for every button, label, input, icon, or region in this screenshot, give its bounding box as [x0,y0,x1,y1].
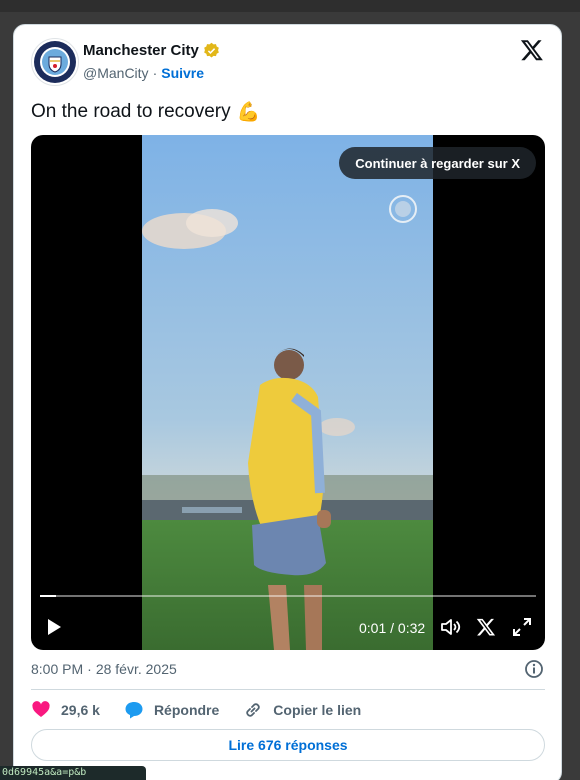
verified-badge-icon [204,42,219,58]
x-logo-icon[interactable] [520,38,544,62]
copy-link-button[interactable]: Copier le lien [243,700,361,720]
browser-status-url: 0d69945a&a=p&b [0,766,146,780]
handle-row: @ManCity · Suivre [83,65,204,81]
info-icon[interactable] [524,659,544,679]
video-progress-fill [40,595,56,597]
tweet-time: 8:00 PM [31,661,84,677]
heart-icon [32,701,50,717]
tweet-date: 28 févr. 2025 [95,661,177,677]
separator-dot: · [152,65,158,81]
account-handle[interactable]: @ManCity [83,65,149,81]
reply-bubble-icon [125,702,143,719]
avatar[interactable] [31,38,79,86]
follow-button[interactable]: Suivre [161,65,204,81]
volume-muted-icon[interactable] [439,616,461,638]
flexed-biceps-emoji: 💪 [236,102,261,123]
divider [31,689,545,690]
tweet-actions: 29,6 k Répondre Copier le lien [31,699,385,721]
timestamp-separator: · [87,661,92,677]
man-city-crest-icon [34,41,76,83]
account-name[interactable]: Manchester City [83,42,199,59]
like-button[interactable]: 29,6 k [31,700,100,720]
tweet-timestamp[interactable]: 8:00 PM · 28 févr. 2025 [31,661,177,677]
tweet-embed-card: Manchester City @ManCity · Suivre On the… [13,24,562,780]
play-icon[interactable] [44,617,64,637]
copy-link-label: Copier le lien [273,702,362,718]
read-replies-button[interactable]: Lire 676 réponses [31,729,545,761]
fullscreen-icon[interactable] [512,617,532,637]
x-logo-small-icon[interactable] [476,617,496,637]
reply-label: Répondre [153,702,220,718]
account-name-row: Manchester City [83,42,220,59]
video-time: 0:01 / 0:32 [359,620,426,636]
video-progress-bar[interactable] [40,595,536,597]
continue-watching-button[interactable]: Continuer à regarder sur X [339,147,536,179]
browser-top-bar [0,0,580,12]
tweet-body: On the road to recovery [31,101,231,122]
video-frame [142,135,433,650]
tweet-text: On the road to recovery 💪 [31,100,260,124]
like-count: 29,6 k [61,702,100,718]
link-icon [246,703,260,717]
video-player[interactable]: Continuer à regarder sur X 0:01 / 0:32 [31,135,545,650]
reply-button[interactable]: Répondre [124,700,219,720]
